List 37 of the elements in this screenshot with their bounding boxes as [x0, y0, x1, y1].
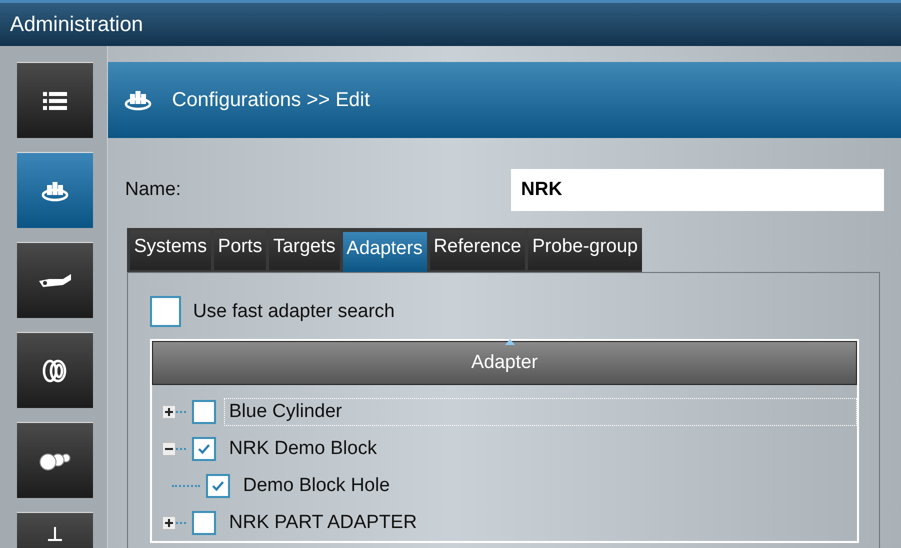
plus-icon [165, 408, 173, 416]
tab[interactable]: Ports [214, 230, 266, 270]
collapse-toggle[interactable] [162, 442, 176, 456]
sort-arrow-icon [504, 339, 514, 345]
tree-item-label[interactable]: Blue Cylinder [224, 398, 857, 426]
tab[interactable]: Adapters [342, 232, 427, 272]
tree-item-label[interactable]: Demo Block Hole [238, 472, 395, 500]
checkmark-icon [197, 442, 211, 454]
column-header[interactable]: Adapter [152, 341, 857, 385]
list-icon [43, 90, 67, 112]
stand-icon [48, 527, 62, 541]
tree-checkbox[interactable] [192, 436, 216, 460]
window-title: Administration [0, 0, 901, 46]
tab[interactable]: Targets [269, 230, 340, 270]
page-title: Configurations >> Edit [172, 88, 370, 112]
sidebar-button[interactable] [17, 152, 93, 228]
tree-checkbox[interactable] [192, 400, 216, 424]
tree-checkbox[interactable] [192, 510, 216, 534]
checkmark-icon [211, 480, 225, 492]
tree-item-label[interactable]: NRK PART ADAPTER [224, 508, 422, 536]
blocks-on-ring-icon [124, 88, 152, 112]
name-label: Name: [125, 179, 182, 201]
tree-item-label[interactable]: NRK Demo Block [224, 434, 382, 462]
checkbox-label: Use fast adapter search [193, 300, 395, 322]
sidebar-button[interactable] [17, 62, 93, 138]
tab[interactable]: Probe-group [528, 230, 642, 270]
sidebar-button[interactable] [17, 242, 93, 318]
tab[interactable]: Reference [430, 230, 526, 270]
tab[interactable]: Systems [130, 230, 211, 270]
tree-checkbox[interactable] [206, 474, 230, 498]
name-input[interactable]: NRK [511, 169, 884, 211]
expand-toggle[interactable] [162, 516, 176, 530]
checkbox[interactable] [150, 296, 181, 327]
sidebar-button[interactable] [17, 422, 93, 498]
sidebar-button[interactable] [17, 332, 93, 408]
plus-icon [165, 518, 173, 526]
expand-toggle[interactable] [162, 404, 176, 418]
